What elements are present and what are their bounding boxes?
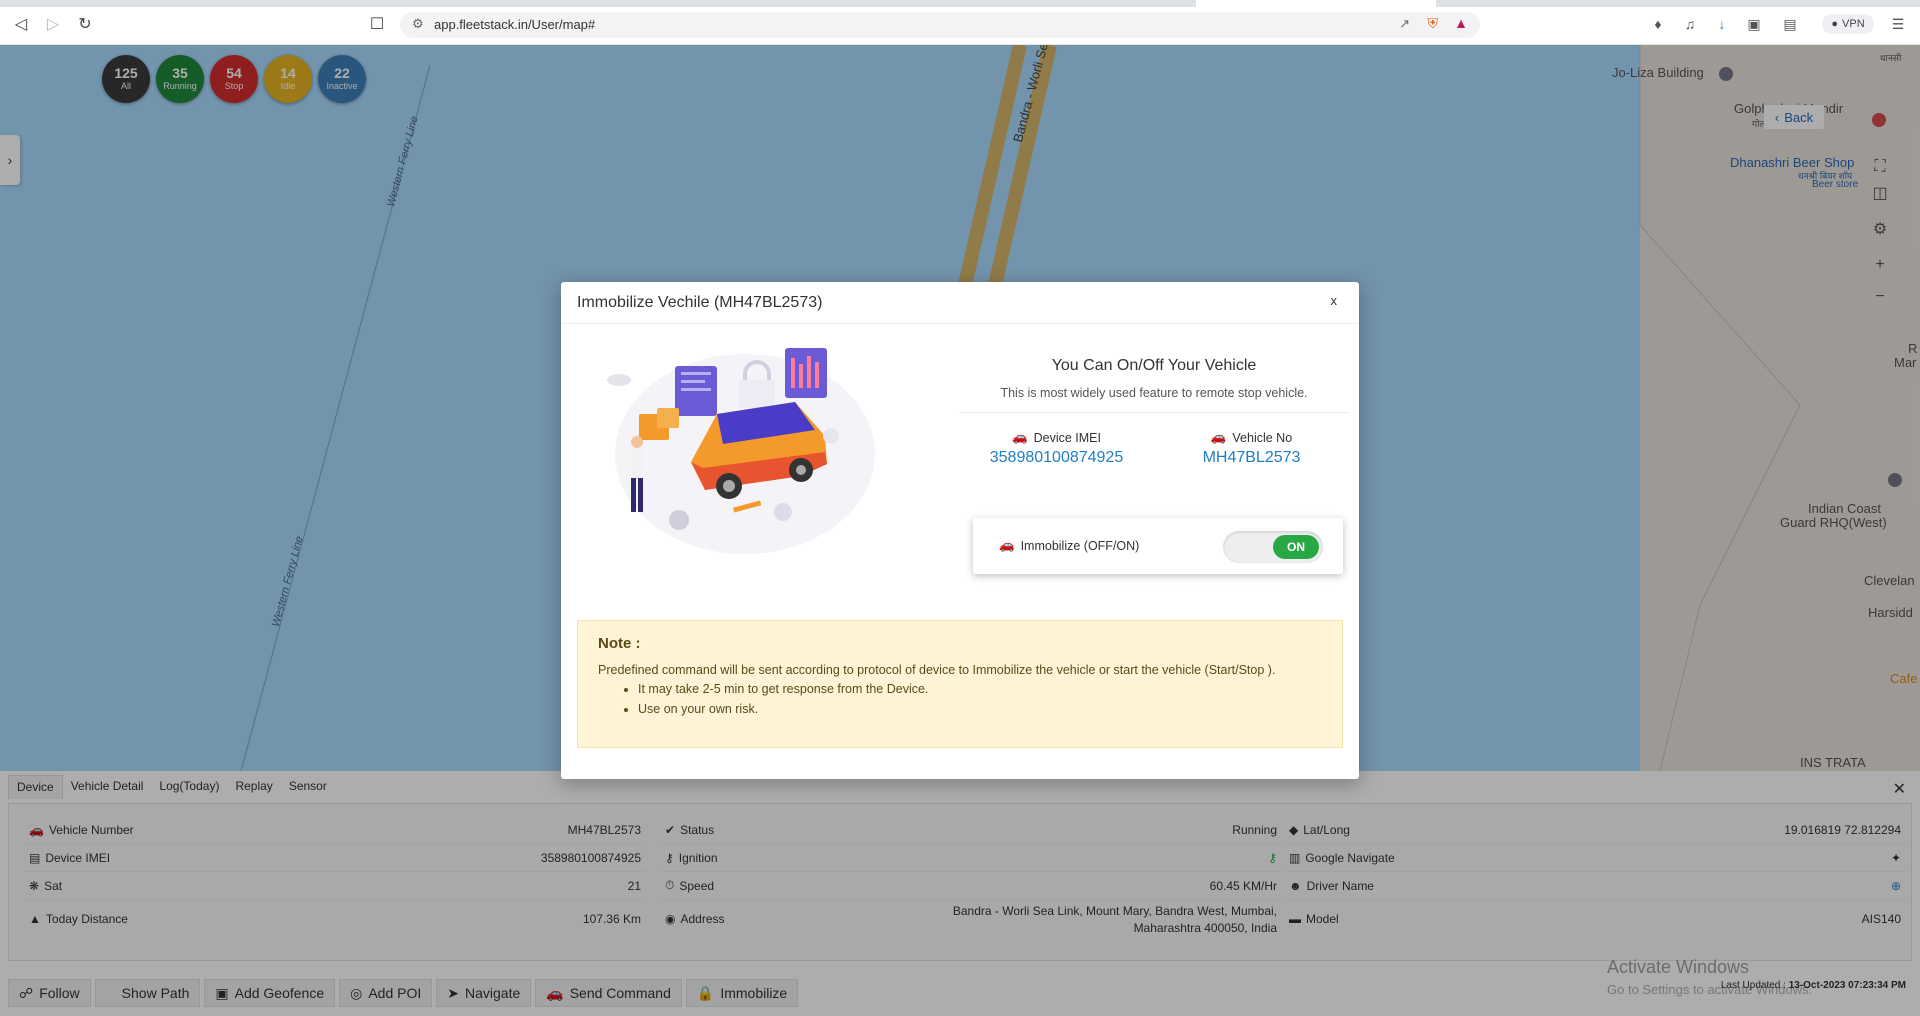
vehicle-no-value: MH47BL2573 bbox=[1202, 449, 1301, 466]
car-icon: 🚗 bbox=[1012, 430, 1028, 444]
share-icon[interactable]: ↗ bbox=[1399, 16, 1410, 32]
url-text: app.fleetstack.in/User/map# bbox=[434, 17, 596, 32]
vehicle-control-pane: You Can On/Off Your Vehicle This is most… bbox=[959, 342, 1349, 602]
immobilize-dialog: Immobilize Vechile (MH47BL2573) x You Ca… bbox=[561, 282, 1359, 779]
immobilize-illustration bbox=[607, 348, 875, 554]
note-title: Note : bbox=[598, 635, 641, 652]
note-text: Predefined command will be sent accordin… bbox=[598, 663, 1276, 677]
reload-icon[interactable]: ↻ bbox=[74, 13, 96, 35]
tab-strip bbox=[0, 0, 1920, 7]
back-arrow-icon[interactable]: ◁ bbox=[10, 13, 32, 35]
media-icon[interactable]: ♫ bbox=[1680, 14, 1700, 34]
address-bar[interactable]: ⚙ app.fleetstack.in/User/map# ↗ ⛨ ▲ bbox=[400, 12, 1480, 38]
device-imei-value: 358980100874925 bbox=[989, 449, 1124, 466]
brave-rewards-icon[interactable]: ▲ bbox=[1454, 15, 1468, 31]
immobilize-toggle-card: 🚗 Immobilize (OFF/ON) ON bbox=[973, 518, 1343, 574]
control-subheading: This is most widely used feature to remo… bbox=[1000, 386, 1308, 400]
vehicle-no-label: Vehicle No bbox=[1232, 430, 1293, 445]
immobilize-toggle[interactable]: ON bbox=[1223, 531, 1323, 563]
note-list: It may take 2-5 min to get response from… bbox=[638, 682, 928, 722]
car-icon: 🚗 bbox=[1210, 430, 1227, 444]
extensions-icon[interactable]: ♦ bbox=[1648, 14, 1668, 34]
immobilize-toggle-label: 🚗 Immobilize (OFF/ON) bbox=[999, 538, 1139, 553]
note-box: Note : Predefined command will be sent a… bbox=[577, 620, 1343, 748]
vehicle-no-block: 🚗 Vehicle No MH47BL2573 bbox=[1154, 430, 1349, 467]
modal-title: Immobilize Vechile (MH47BL2573) bbox=[577, 294, 823, 311]
divider bbox=[959, 412, 1349, 413]
note-item: It may take 2-5 min to get response from… bbox=[638, 682, 928, 702]
note-item: Use on your own risk. bbox=[638, 702, 928, 722]
download-icon[interactable]: ↓ bbox=[1712, 14, 1732, 34]
forward-arrow-icon[interactable]: ▷ bbox=[42, 13, 64, 35]
car-icon: 🚗 bbox=[999, 538, 1015, 552]
toggle-label-text: Immobilize (OFF/ON) bbox=[1020, 538, 1140, 553]
vpn-label: VPN bbox=[1842, 18, 1865, 30]
modal-close-button[interactable]: x bbox=[1331, 293, 1338, 308]
device-imei-block: 🚗 Device IMEI 358980100874925 bbox=[959, 430, 1154, 467]
brave-shield-icon[interactable]: ⛨ bbox=[1428, 15, 1439, 32]
modal-header: Immobilize Vechile (MH47BL2573) x bbox=[561, 282, 1359, 324]
browser-toolbar: ◁ ▷ ↻ ☐ ⚙ app.fleetstack.in/User/map# ↗ … bbox=[0, 0, 1920, 45]
bookmark-icon[interactable]: ☐ bbox=[366, 13, 388, 35]
wallet-icon[interactable]: ▤ bbox=[1780, 14, 1800, 34]
control-heading: You Can On/Off Your Vehicle bbox=[1051, 357, 1257, 374]
vpn-button[interactable]: ● VPN bbox=[1822, 14, 1874, 34]
site-info-icon[interactable]: ⚙ bbox=[412, 16, 424, 32]
device-imei-label: Device IMEI bbox=[1033, 430, 1101, 445]
sidebar-icon[interactable]: ▣ bbox=[1744, 14, 1764, 34]
menu-icon[interactable]: ☰ bbox=[1888, 14, 1908, 34]
vpn-dot-icon: ● bbox=[1831, 18, 1839, 30]
active-tab[interactable] bbox=[1196, 0, 1436, 7]
toggle-state[interactable]: ON bbox=[1273, 535, 1319, 559]
